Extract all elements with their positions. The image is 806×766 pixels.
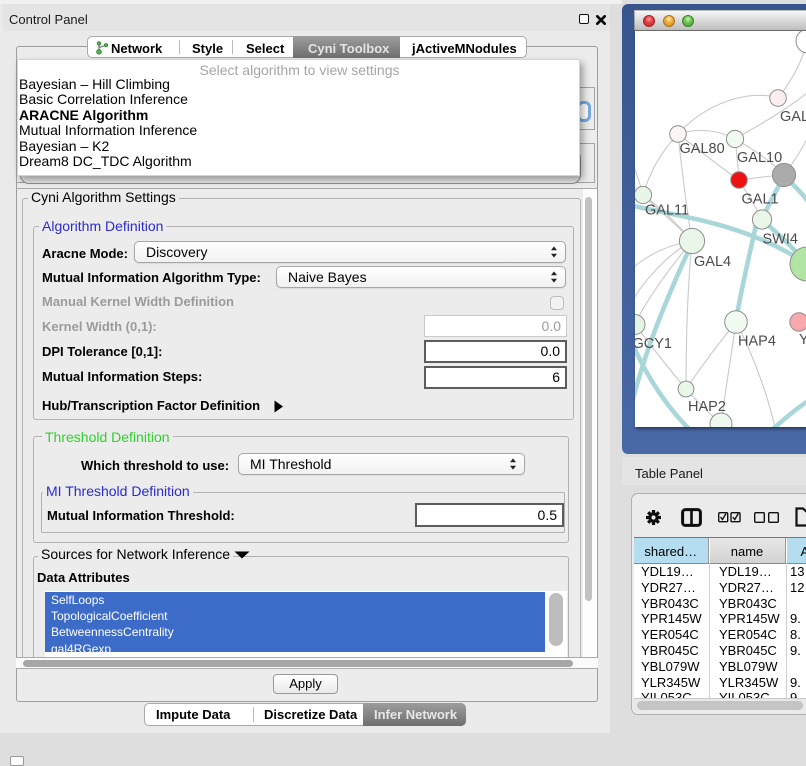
svg-text:HAP2: HAP2 — [688, 399, 726, 415]
svg-text:GCY1: GCY1 — [635, 336, 672, 352]
svg-text:GAL10: GAL10 — [737, 150, 782, 166]
svg-text:GAL11: GAL11 — [645, 203, 689, 219]
svg-text:GAL4: GAL4 — [694, 254, 731, 270]
svg-text:Y: Y — [799, 332, 806, 348]
svg-text:GAL: GAL — [780, 109, 806, 125]
svg-text:SWI4: SWI4 — [763, 232, 798, 248]
svg-text:HAP4: HAP4 — [738, 334, 776, 350]
svg-text:GAL1: GAL1 — [742, 192, 779, 208]
svg-text:GAL80: GAL80 — [680, 141, 725, 157]
